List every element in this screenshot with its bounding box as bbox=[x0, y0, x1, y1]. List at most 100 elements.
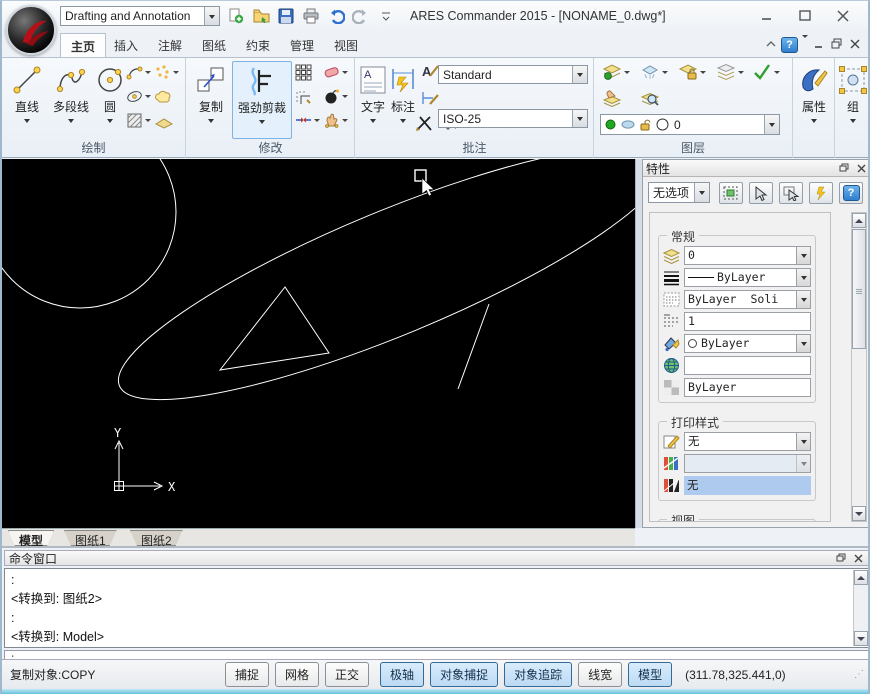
command-close-icon[interactable] bbox=[852, 552, 865, 564]
selection-filter-select[interactable]: 无选项 bbox=[648, 182, 710, 203]
layer-set-current-button[interactable] bbox=[602, 88, 622, 108]
prop-printtable-field[interactable] bbox=[684, 454, 811, 473]
revision-cloud-button[interactable] bbox=[154, 88, 174, 108]
copy-button[interactable]: 复制 bbox=[192, 61, 230, 139]
quick-select-button[interactable] bbox=[809, 182, 833, 204]
doc-restore-icon[interactable] bbox=[830, 38, 844, 52]
pattern-button[interactable] bbox=[295, 64, 312, 81]
point-button[interactable] bbox=[154, 64, 179, 81]
workspace-select[interactable]: Drafting and Annotation bbox=[60, 6, 220, 26]
qat-customize-icon[interactable] bbox=[377, 7, 395, 25]
undo-icon[interactable] bbox=[327, 7, 345, 25]
prop-printtable2-field[interactable]: 无 bbox=[684, 476, 811, 495]
command-window-header[interactable]: 命令窗口 bbox=[4, 550, 870, 566]
tab-sheet2[interactable]: 图纸2 bbox=[130, 530, 183, 546]
polyline-button[interactable]: 多段线 bbox=[48, 61, 94, 139]
polyline-dropdown-arrow[interactable] bbox=[68, 119, 74, 126]
help-button[interactable]: ? bbox=[781, 37, 798, 53]
offset-button[interactable] bbox=[295, 88, 312, 105]
erase-button[interactable] bbox=[323, 64, 348, 81]
properties-palette-header[interactable]: 特性 bbox=[643, 160, 870, 177]
select-elements-button[interactable] bbox=[719, 182, 743, 204]
arc-button[interactable] bbox=[126, 64, 151, 81]
circle-entity[interactable] bbox=[2, 159, 176, 308]
minimize-button[interactable] bbox=[754, 8, 780, 24]
prop-layer-field[interactable]: 0 bbox=[684, 246, 811, 265]
layer-lock-button[interactable] bbox=[678, 62, 706, 82]
layer-states-button[interactable] bbox=[716, 62, 744, 82]
group-button[interactable]: 组 bbox=[838, 61, 868, 153]
dim-style-select[interactable]: ISO-25 bbox=[438, 109, 588, 128]
delete-style-button[interactable] bbox=[414, 114, 434, 134]
tab-manage[interactable]: 管理 bbox=[280, 33, 324, 57]
tab-insert[interactable]: 插入 bbox=[104, 33, 148, 57]
pointer-button[interactable] bbox=[749, 182, 773, 204]
prop-transparency-field[interactable]: ByLayer bbox=[684, 378, 811, 397]
layer-check-button[interactable] bbox=[752, 62, 780, 82]
maximize-button[interactable] bbox=[792, 8, 818, 24]
close-button[interactable] bbox=[830, 8, 856, 24]
triangle-entity[interactable] bbox=[220, 287, 329, 370]
command-scroll-up-icon[interactable] bbox=[854, 570, 868, 585]
prop-linestyle-field[interactable]: ByLayer bbox=[684, 268, 811, 287]
tab-annotate[interactable]: 注解 bbox=[148, 33, 192, 57]
tab-constraints[interactable]: 约束 bbox=[236, 33, 280, 57]
properties-button[interactable]: 属性 bbox=[797, 61, 831, 153]
layer-manager-button[interactable] bbox=[602, 62, 630, 82]
scroll-thumb[interactable] bbox=[852, 229, 866, 349]
hatch-button[interactable] bbox=[126, 112, 151, 129]
tab-sheet1[interactable]: 图纸1 bbox=[64, 530, 117, 546]
dimension-dropdown-arrow[interactable] bbox=[400, 119, 406, 126]
command-scroll-down-icon[interactable] bbox=[854, 631, 868, 646]
toggle-ortho[interactable]: 正交 bbox=[325, 662, 369, 687]
layer-preview-button[interactable] bbox=[640, 88, 660, 108]
toggle-grid[interactable]: 网格 bbox=[275, 662, 319, 687]
save-icon[interactable] bbox=[277, 7, 295, 25]
dimension-style-button[interactable] bbox=[420, 88, 440, 108]
layer-select[interactable]: 0 bbox=[600, 114, 780, 135]
tab-home[interactable]: 主页 bbox=[60, 33, 106, 57]
workspace-dropdown-arrow[interactable] bbox=[204, 7, 219, 25]
doc-minimize-icon[interactable] bbox=[812, 39, 826, 52]
toggle-etrack[interactable]: 对象追踪 bbox=[504, 662, 572, 687]
toggle-snap[interactable]: 捕捉 bbox=[225, 662, 269, 687]
explode-button[interactable] bbox=[323, 88, 348, 105]
layer-freeze-button[interactable] bbox=[640, 62, 668, 82]
drawing-canvas[interactable]: Y X bbox=[2, 159, 635, 528]
ribbon-collapse-icon[interactable] bbox=[765, 38, 777, 52]
print-icon[interactable] bbox=[302, 7, 320, 25]
text-style-button[interactable]: A bbox=[420, 62, 440, 82]
power-trim-dropdown-arrow[interactable] bbox=[259, 120, 265, 127]
line-entity[interactable] bbox=[458, 304, 489, 389]
properties-dropdown-arrow[interactable] bbox=[811, 119, 817, 126]
stretch-button[interactable] bbox=[295, 112, 320, 129]
palette-float-icon[interactable] bbox=[838, 162, 851, 174]
palette-help-button[interactable]: ? bbox=[839, 182, 863, 204]
app-logo-icon[interactable] bbox=[6, 5, 56, 55]
ellipse-entity[interactable] bbox=[96, 159, 635, 443]
group-dropdown-arrow[interactable] bbox=[850, 119, 856, 126]
canvas-props-splitter[interactable] bbox=[635, 159, 642, 528]
line-dropdown-arrow[interactable] bbox=[24, 119, 30, 126]
text-style-select[interactable]: Standard bbox=[438, 65, 588, 84]
toggle-polar[interactable]: 极轴 bbox=[380, 662, 424, 687]
prop-linetype-field[interactable]: ByLayerSoli bbox=[684, 290, 811, 309]
command-float-icon[interactable] bbox=[835, 552, 848, 564]
text-button[interactable]: A 文字 bbox=[358, 61, 388, 139]
new-file-icon[interactable] bbox=[227, 7, 245, 25]
command-scrollbar[interactable] bbox=[853, 570, 868, 646]
prop-hyperlink-field[interactable] bbox=[684, 356, 811, 375]
ellipse-button[interactable] bbox=[126, 88, 151, 105]
toggle-lineweight[interactable]: 线宽 bbox=[578, 662, 622, 687]
resize-grip[interactable]: ⋰ bbox=[854, 669, 864, 680]
grab-button[interactable] bbox=[323, 112, 348, 129]
properties-scrollbar[interactable] bbox=[851, 212, 867, 522]
pointer-window-button[interactable] bbox=[779, 182, 803, 204]
prop-color-field[interactable]: ByLayer bbox=[684, 334, 811, 353]
scroll-up-icon[interactable] bbox=[852, 213, 866, 228]
tab-view[interactable]: 视图 bbox=[324, 33, 368, 57]
open-file-icon[interactable] bbox=[252, 7, 270, 25]
prop-ltscale-field[interactable]: 1 bbox=[684, 312, 811, 331]
toggle-esnap[interactable]: 对象捕捉 bbox=[430, 662, 498, 687]
tab-model[interactable]: 模型 bbox=[8, 530, 54, 546]
